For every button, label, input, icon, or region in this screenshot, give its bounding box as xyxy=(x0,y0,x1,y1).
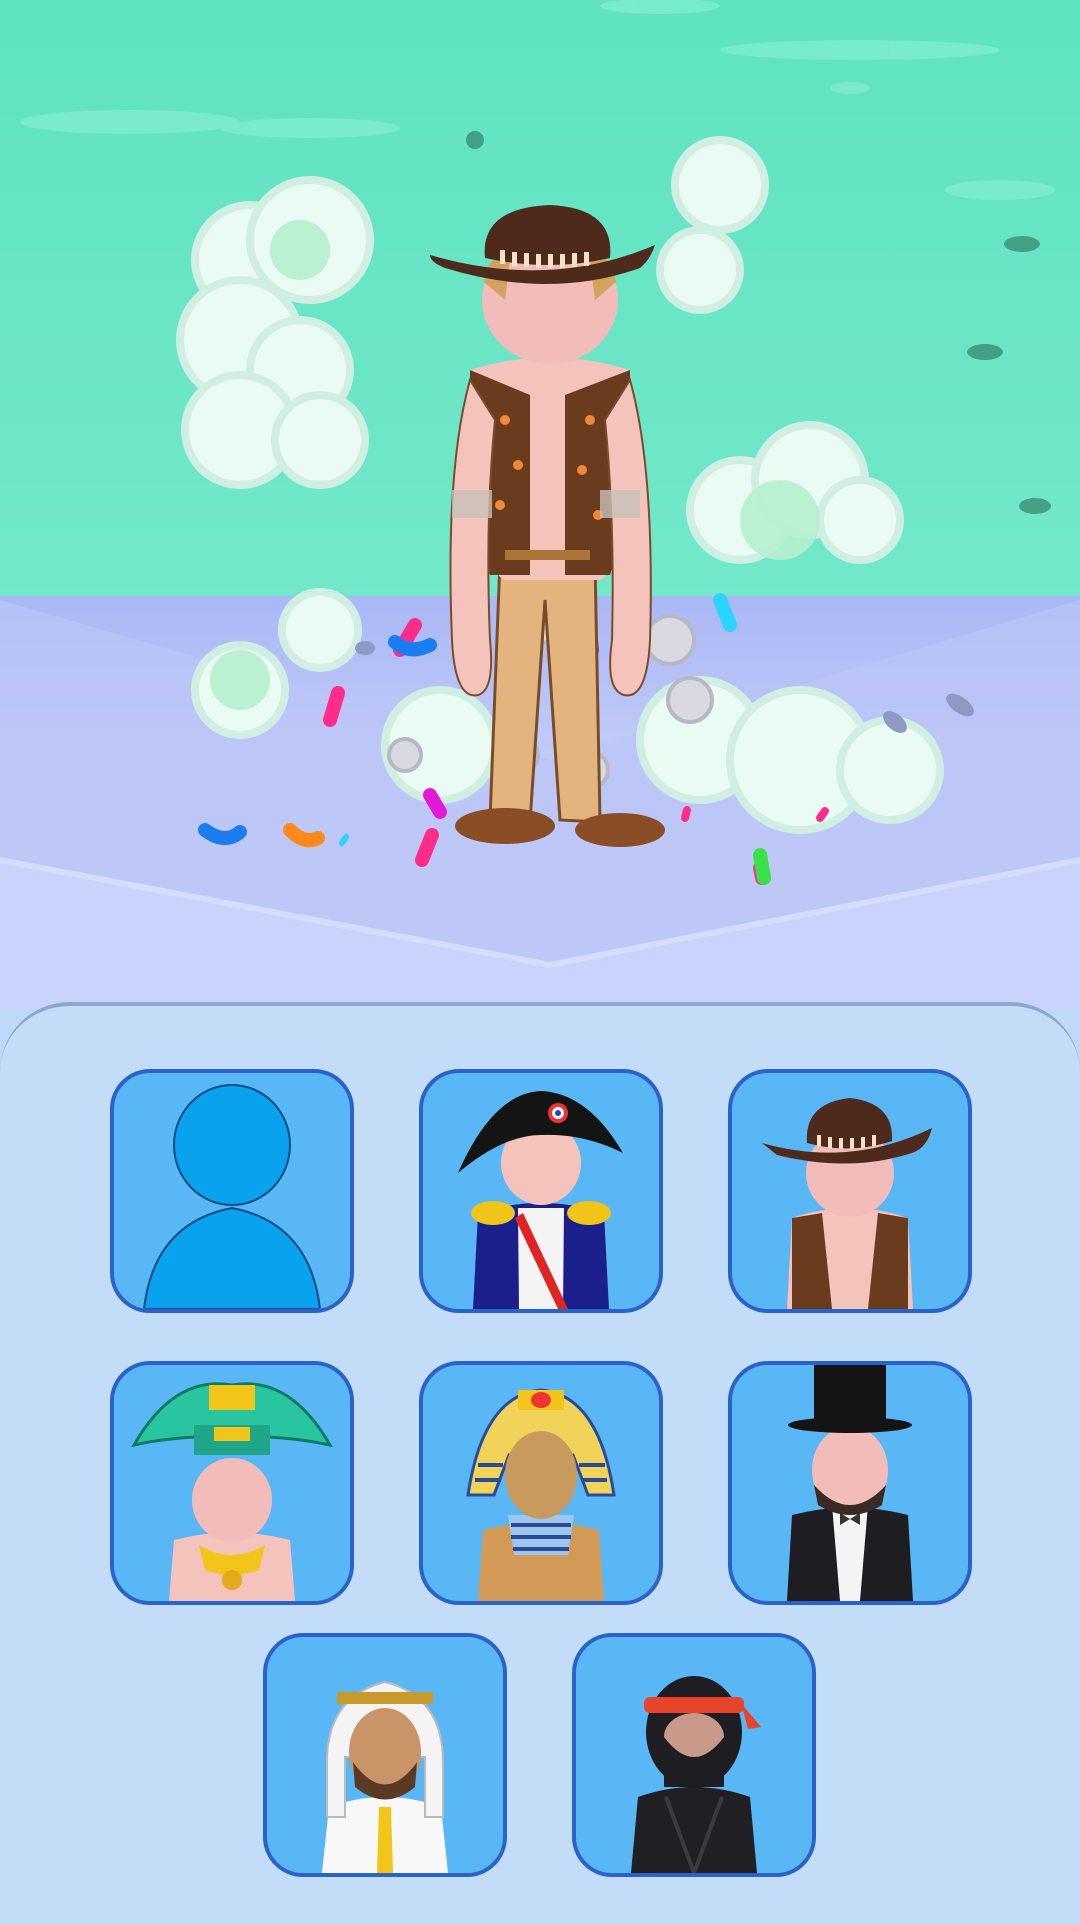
outfit-slot-sheikh[interactable] xyxy=(263,1633,507,1877)
outfit-slot-pharaoh[interactable] xyxy=(419,1361,663,1605)
outfit-slot-lincoln[interactable] xyxy=(728,1361,972,1605)
keffiyeh-icon xyxy=(322,1680,448,1873)
outfit-selection-panel xyxy=(0,1002,1080,1924)
outfit-slot-default-stickman[interactable] xyxy=(110,1069,354,1313)
pharaoh-headdress-icon xyxy=(466,1388,616,1601)
ninja-mask-icon xyxy=(631,1676,761,1873)
blue-stickman-icon xyxy=(142,1084,322,1309)
scene-vfx xyxy=(0,0,1080,1010)
game-stage xyxy=(0,0,1080,1010)
top-hat-icon xyxy=(787,1365,913,1601)
outfit-slot-cowboy[interactable] xyxy=(728,1069,972,1313)
outfit-slot-aztec[interactable] xyxy=(110,1361,354,1605)
outfit-slot-napoleon[interactable] xyxy=(419,1069,663,1313)
bicorne-hat-icon xyxy=(458,1091,623,1309)
feather-headdress-icon xyxy=(131,1382,333,1601)
cowboy-hat-icon xyxy=(762,1098,932,1309)
sky-clouds xyxy=(20,0,1055,200)
outfit-slot-ninja[interactable] xyxy=(572,1633,816,1877)
